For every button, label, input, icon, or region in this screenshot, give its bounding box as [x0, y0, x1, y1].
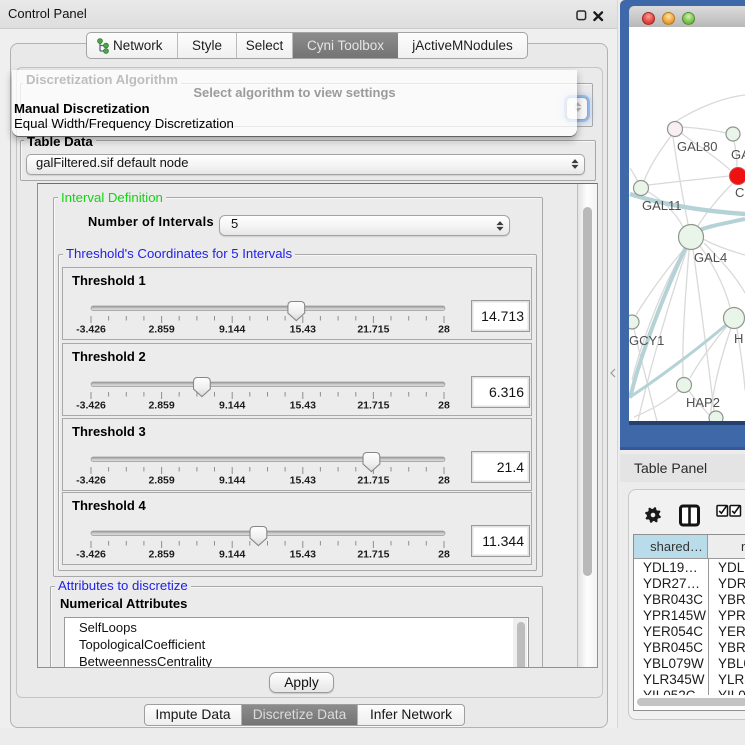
svg-text:9.144: 9.144 [219, 400, 245, 412]
svg-text:28: 28 [438, 324, 450, 336]
svg-text:HAP2: HAP2 [686, 395, 720, 410]
svg-text:-3.426: -3.426 [76, 475, 106, 487]
svg-text:9.144: 9.144 [219, 324, 245, 336]
svg-text:21.715: 21.715 [357, 400, 389, 412]
svg-text:21.715: 21.715 [357, 475, 389, 487]
svg-text:28: 28 [438, 400, 450, 412]
svg-text:GAL4: GAL4 [694, 250, 727, 265]
svg-text:GA: GA [731, 147, 745, 162]
svg-text:C: C [735, 185, 744, 200]
svg-text:GCY1: GCY1 [629, 333, 664, 348]
svg-text:28: 28 [438, 549, 450, 561]
svg-text:2.859: 2.859 [148, 549, 174, 561]
svg-text:GAL11: GAL11 [642, 198, 682, 213]
svg-text:H: H [734, 331, 743, 346]
svg-text:-3.426: -3.426 [76, 400, 106, 412]
svg-text:21.715: 21.715 [357, 549, 389, 561]
svg-text:-3.426: -3.426 [76, 324, 106, 336]
svg-text:9.144: 9.144 [219, 475, 245, 487]
svg-text:2.859: 2.859 [148, 324, 174, 336]
svg-text:2.859: 2.859 [148, 475, 174, 487]
svg-text:-3.426: -3.426 [76, 549, 106, 561]
svg-text:15.43: 15.43 [290, 400, 316, 412]
svg-text:2.859: 2.859 [148, 400, 174, 412]
svg-text:15.43: 15.43 [290, 324, 316, 336]
svg-text:28: 28 [438, 475, 450, 487]
svg-text:9.144: 9.144 [219, 549, 245, 561]
svg-text:15.43: 15.43 [290, 549, 316, 561]
svg-text:15.43: 15.43 [290, 475, 316, 487]
svg-text:GAL80: GAL80 [677, 139, 717, 154]
svg-text:21.715: 21.715 [357, 324, 389, 336]
